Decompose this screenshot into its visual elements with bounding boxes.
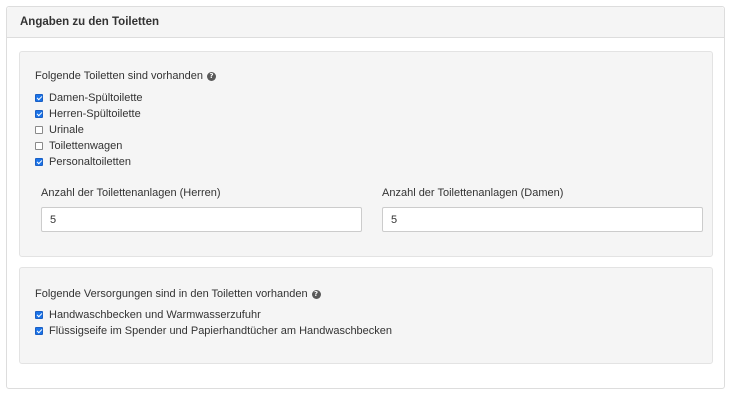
checkbox[interactable] — [35, 126, 43, 134]
checkbox-label: Herren-Spültoilette — [49, 108, 141, 120]
toilets-panel: Angaben zu den Toiletten Folgende Toilet… — [6, 6, 725, 389]
checkbox-row-fluessigseife[interactable]: Flüssigseife im Spender und Papierhandtü… — [35, 323, 392, 339]
checkbox-row-personal[interactable]: Personaltoiletten — [35, 154, 143, 170]
checkbox[interactable] — [35, 158, 43, 166]
checkbox[interactable] — [35, 311, 43, 319]
checkbox-label: Damen-Spültoilette — [49, 92, 143, 104]
panel-heading: Angaben zu den Toiletten — [7, 7, 724, 38]
toilets-checkbox-list: Damen-Spültoilette Herren-Spültoilette U… — [35, 90, 143, 170]
supplies-well: Folgende Versorgungen sind in den Toilet… — [19, 267, 713, 364]
checkbox[interactable] — [35, 94, 43, 102]
toilets-group-label: Folgende Toiletten sind vorhanden ? — [35, 70, 216, 82]
checkbox-row-herren[interactable]: Herren-Spültoilette — [35, 106, 143, 122]
checkbox[interactable] — [35, 327, 43, 335]
count-women-label: Anzahl der Toilettenanlagen (Damen) — [382, 187, 564, 199]
checkbox-row-damen[interactable]: Damen-Spültoilette — [35, 90, 143, 106]
toilets-well: Folgende Toiletten sind vorhanden ? Dame… — [19, 51, 713, 257]
supplies-group-label: Folgende Versorgungen sind in den Toilet… — [35, 288, 321, 300]
checkbox-row-toilettenwagen[interactable]: Toilettenwagen — [35, 138, 143, 154]
panel-title: Angaben zu den Toiletten — [20, 16, 160, 28]
count-men-input[interactable] — [41, 207, 362, 232]
supplies-checkbox-list: Handwaschbecken und Warmwasserzufuhr Flü… — [35, 307, 392, 339]
question-circle-icon[interactable]: ? — [206, 71, 216, 81]
checkbox-label: Urinale — [49, 124, 84, 136]
supplies-group-label-text: Folgende Versorgungen sind in den Toilet… — [35, 288, 308, 300]
checkbox-row-urinale[interactable]: Urinale — [35, 122, 143, 138]
checkbox-label: Toilettenwagen — [49, 140, 123, 152]
checkbox-label: Flüssigseife im Spender und Papierhandtü… — [49, 325, 393, 337]
count-men-label: Anzahl der Toilettenanlagen (Herren) — [41, 187, 221, 199]
checkbox[interactable] — [35, 142, 43, 150]
checkbox-label: Personaltoiletten — [49, 156, 131, 168]
checkbox-row-handwaschbecken[interactable]: Handwaschbecken und Warmwasserzufuhr — [35, 307, 392, 323]
question-circle-icon[interactable]: ? — [311, 289, 321, 299]
checkbox-label: Handwaschbecken und Warmwasserzufuhr — [49, 309, 261, 321]
checkbox[interactable] — [35, 110, 43, 118]
toilets-group-label-text: Folgende Toiletten sind vorhanden — [35, 70, 203, 82]
count-women-input[interactable] — [382, 207, 703, 232]
